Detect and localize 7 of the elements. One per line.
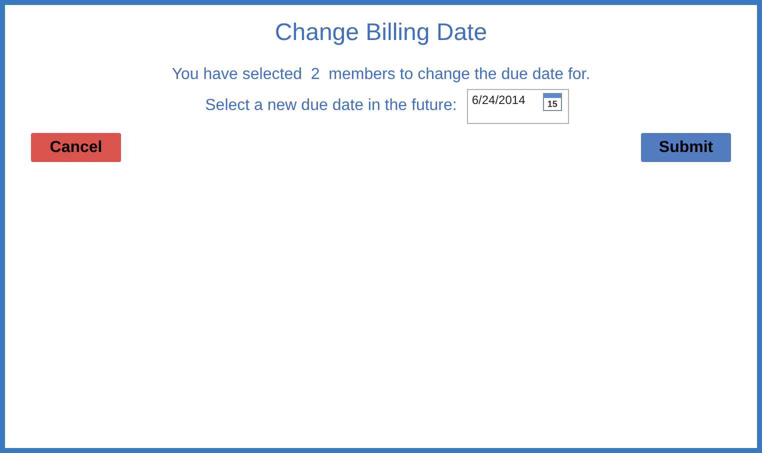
calendar-icon[interactable]: 15 [542, 93, 562, 111]
date-label: Select a new due date in the future: [205, 96, 457, 116]
date-field[interactable]: 6/24/2014 15 [466, 89, 569, 124]
dialog-title: Change Billing Date [274, 18, 488, 48]
selection-message: You have selected 2 members to change the due date for. [172, 65, 590, 85]
submit-button[interactable]: Submit [641, 133, 731, 162]
cancel-button[interactable]: Cancel [31, 133, 121, 162]
